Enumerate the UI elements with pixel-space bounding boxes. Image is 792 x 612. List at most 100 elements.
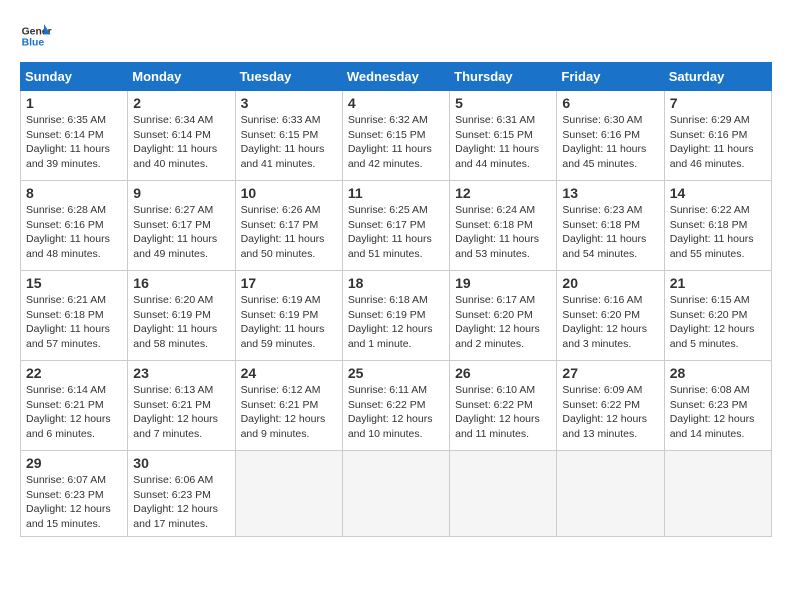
day-number: 27	[562, 365, 658, 381]
page-header: General Blue	[20, 20, 772, 52]
day-number: 9	[133, 185, 229, 201]
calendar-cell: 15 Sunrise: 6:21 AM Sunset: 6:18 PM Dayli…	[21, 271, 128, 361]
calendar-cell	[664, 451, 771, 537]
day-number: 26	[455, 365, 551, 381]
calendar-cell: 19 Sunrise: 6:17 AM Sunset: 6:20 PM Dayli…	[450, 271, 557, 361]
day-info: Sunrise: 6:09 AM Sunset: 6:22 PM Dayligh…	[562, 383, 658, 442]
day-info: Sunrise: 6:30 AM Sunset: 6:16 PM Dayligh…	[562, 113, 658, 172]
day-info: Sunrise: 6:17 AM Sunset: 6:20 PM Dayligh…	[455, 293, 551, 352]
day-number: 18	[348, 275, 444, 291]
col-header-tuesday: Tuesday	[235, 63, 342, 91]
day-number: 22	[26, 365, 122, 381]
day-number: 28	[670, 365, 766, 381]
day-number: 6	[562, 95, 658, 111]
col-header-sunday: Sunday	[21, 63, 128, 91]
day-info: Sunrise: 6:24 AM Sunset: 6:18 PM Dayligh…	[455, 203, 551, 262]
calendar-week-1: 1 Sunrise: 6:35 AM Sunset: 6:14 PM Daylig…	[21, 91, 772, 181]
svg-text:Blue: Blue	[22, 38, 45, 49]
day-number: 1	[26, 95, 122, 111]
day-info: Sunrise: 6:31 AM Sunset: 6:15 PM Dayligh…	[455, 113, 551, 172]
day-number: 17	[241, 275, 337, 291]
calendar-cell: 6 Sunrise: 6:30 AM Sunset: 6:16 PM Daylig…	[557, 91, 664, 181]
logo-icon: General Blue	[20, 20, 52, 52]
day-info: Sunrise: 6:07 AM Sunset: 6:23 PM Dayligh…	[26, 473, 122, 532]
calendar-cell: 7Sunrise: 6:29 AM Sunset: 6:16 PM Daylig…	[664, 91, 771, 181]
calendar-cell: 22 Sunrise: 6:14 AM Sunset: 6:21 PM Dayli…	[21, 361, 128, 451]
day-number: 16	[133, 275, 229, 291]
calendar-cell: 10Sunrise: 6:26 AM Sunset: 6:17 PM Dayli…	[235, 181, 342, 271]
day-info: Sunrise: 6:19 AM Sunset: 6:19 PM Dayligh…	[241, 293, 337, 352]
calendar-cell: 14 Sunrise: 6:22 AM Sunset: 6:18 PM Dayli…	[664, 181, 771, 271]
calendar-cell: 9 Sunrise: 6:27 AM Sunset: 6:17 PM Daylig…	[128, 181, 235, 271]
day-info: Sunrise: 6:15 AM Sunset: 6:20 PM Dayligh…	[670, 293, 766, 352]
calendar-cell: 4 Sunrise: 6:32 AM Sunset: 6:15 PM Daylig…	[342, 91, 449, 181]
day-info: Sunrise: 6:28 AM Sunset: 6:16 PM Dayligh…	[26, 203, 122, 262]
calendar-cell: 27 Sunrise: 6:09 AM Sunset: 6:22 PM Dayli…	[557, 361, 664, 451]
calendar-cell: 1 Sunrise: 6:35 AM Sunset: 6:14 PM Daylig…	[21, 91, 128, 181]
day-info: Sunrise: 6:18 AM Sunset: 6:19 PM Dayligh…	[348, 293, 444, 352]
day-number: 10	[241, 185, 337, 201]
day-info: Sunrise: 6:12 AM Sunset: 6:21 PM Dayligh…	[241, 383, 337, 442]
day-number: 11	[348, 185, 444, 201]
calendar-header-row: SundayMondayTuesdayWednesdayThursdayFrid…	[21, 63, 772, 91]
col-header-wednesday: Wednesday	[342, 63, 449, 91]
day-info: Sunrise: 6:27 AM Sunset: 6:17 PM Dayligh…	[133, 203, 229, 262]
col-header-saturday: Saturday	[664, 63, 771, 91]
day-info: Sunrise: 6:20 AM Sunset: 6:19 PM Dayligh…	[133, 293, 229, 352]
day-info: Sunrise: 6:21 AM Sunset: 6:18 PM Dayligh…	[26, 293, 122, 352]
day-number: 14	[670, 185, 766, 201]
day-info: Sunrise: 6:13 AM Sunset: 6:21 PM Dayligh…	[133, 383, 229, 442]
calendar-cell: 20 Sunrise: 6:16 AM Sunset: 6:20 PM Dayli…	[557, 271, 664, 361]
calendar-week-5: 29 Sunrise: 6:07 AM Sunset: 6:23 PM Dayli…	[21, 451, 772, 537]
day-number: 2	[133, 95, 229, 111]
day-info: Sunrise: 6:10 AM Sunset: 6:22 PM Dayligh…	[455, 383, 551, 442]
day-number: 19	[455, 275, 551, 291]
col-header-monday: Monday	[128, 63, 235, 91]
col-header-thursday: Thursday	[450, 63, 557, 91]
day-number: 30	[133, 455, 229, 471]
day-info: Sunrise: 6:35 AM Sunset: 6:14 PM Dayligh…	[26, 113, 122, 172]
day-number: 21	[670, 275, 766, 291]
day-number: 13	[562, 185, 658, 201]
calendar-cell: 8 Sunrise: 6:28 AM Sunset: 6:16 PM Daylig…	[21, 181, 128, 271]
calendar-cell	[557, 451, 664, 537]
calendar-cell: 16 Sunrise: 6:20 AM Sunset: 6:19 PM Dayli…	[128, 271, 235, 361]
calendar-cell	[235, 451, 342, 537]
calendar-cell: 12 Sunrise: 6:24 AM Sunset: 6:18 PM Dayli…	[450, 181, 557, 271]
calendar-cell: 5Sunrise: 6:31 AM Sunset: 6:15 PM Daylig…	[450, 91, 557, 181]
day-number: 7	[670, 95, 766, 111]
calendar-week-2: 8 Sunrise: 6:28 AM Sunset: 6:16 PM Daylig…	[21, 181, 772, 271]
day-info: Sunrise: 6:16 AM Sunset: 6:20 PM Dayligh…	[562, 293, 658, 352]
calendar-cell: 13Sunrise: 6:23 AM Sunset: 6:18 PM Dayli…	[557, 181, 664, 271]
day-number: 15	[26, 275, 122, 291]
day-info: Sunrise: 6:22 AM Sunset: 6:18 PM Dayligh…	[670, 203, 766, 262]
calendar-cell: 2 Sunrise: 6:34 AM Sunset: 6:14 PM Daylig…	[128, 91, 235, 181]
day-info: Sunrise: 6:08 AM Sunset: 6:23 PM Dayligh…	[670, 383, 766, 442]
calendar-cell	[342, 451, 449, 537]
day-number: 29	[26, 455, 122, 471]
calendar-cell: 18 Sunrise: 6:18 AM Sunset: 6:19 PM Dayli…	[342, 271, 449, 361]
day-info: Sunrise: 6:14 AM Sunset: 6:21 PM Dayligh…	[26, 383, 122, 442]
calendar-cell: 3Sunrise: 6:33 AM Sunset: 6:15 PM Daylig…	[235, 91, 342, 181]
calendar-week-4: 22 Sunrise: 6:14 AM Sunset: 6:21 PM Dayli…	[21, 361, 772, 451]
day-number: 4	[348, 95, 444, 111]
day-number: 8	[26, 185, 122, 201]
calendar-cell: 11 Sunrise: 6:25 AM Sunset: 6:17 PM Dayli…	[342, 181, 449, 271]
calendar-cell: 21 Sunrise: 6:15 AM Sunset: 6:20 PM Dayli…	[664, 271, 771, 361]
calendar-week-3: 15 Sunrise: 6:21 AM Sunset: 6:18 PM Dayli…	[21, 271, 772, 361]
day-info: Sunrise: 6:11 AM Sunset: 6:22 PM Dayligh…	[348, 383, 444, 442]
calendar-cell: 23 Sunrise: 6:13 AM Sunset: 6:21 PM Dayli…	[128, 361, 235, 451]
day-info: Sunrise: 6:33 AM Sunset: 6:15 PM Dayligh…	[241, 113, 337, 172]
day-number: 23	[133, 365, 229, 381]
day-number: 12	[455, 185, 551, 201]
day-number: 20	[562, 275, 658, 291]
calendar-cell: 24 Sunrise: 6:12 AM Sunset: 6:21 PM Dayli…	[235, 361, 342, 451]
day-number: 24	[241, 365, 337, 381]
day-info: Sunrise: 6:25 AM Sunset: 6:17 PM Dayligh…	[348, 203, 444, 262]
day-info: Sunrise: 6:32 AM Sunset: 6:15 PM Dayligh…	[348, 113, 444, 172]
day-info: Sunrise: 6:34 AM Sunset: 6:14 PM Dayligh…	[133, 113, 229, 172]
calendar-cell: 17 Sunrise: 6:19 AM Sunset: 6:19 PM Dayli…	[235, 271, 342, 361]
calendar-cell: 25Sunrise: 6:11 AM Sunset: 6:22 PM Dayli…	[342, 361, 449, 451]
calendar-cell	[450, 451, 557, 537]
calendar-cell: 28 Sunrise: 6:08 AM Sunset: 6:23 PM Dayli…	[664, 361, 771, 451]
